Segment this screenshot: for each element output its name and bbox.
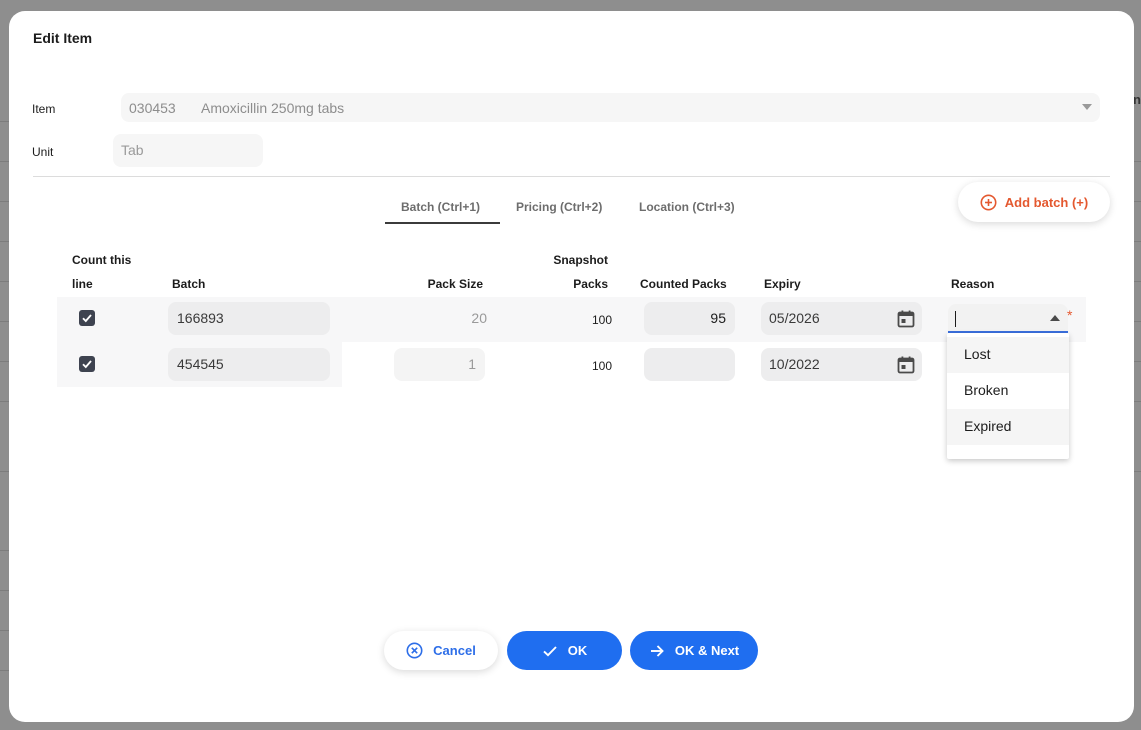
item-select[interactable]: 030453 Amoxicillin 250mg tabs bbox=[121, 93, 1100, 122]
item-label: Item bbox=[32, 102, 56, 116]
dropdown-arrow-icon bbox=[1082, 104, 1092, 110]
expiry-field[interactable]: 05/2026 bbox=[761, 302, 922, 335]
item-code: 030453 bbox=[129, 100, 176, 116]
counted-packs-value: 95 bbox=[710, 310, 726, 326]
ok-label: OK bbox=[567, 643, 588, 658]
arrow-right-icon bbox=[650, 644, 664, 657]
background-column-header: n bbox=[1133, 92, 1141, 107]
check-icon bbox=[82, 314, 92, 323]
snapshot-packs-value: 100 bbox=[591, 313, 612, 327]
pack-size-field[interactable]: 1 bbox=[394, 348, 485, 381]
batch-value: 166893 bbox=[177, 310, 224, 326]
snapshot-packs-value: 100 bbox=[591, 359, 612, 373]
reason-option-broken[interactable]: Broken bbox=[947, 373, 1069, 409]
option-label: Broken bbox=[964, 382, 1009, 398]
tab-pricing[interactable]: Pricing (Ctrl+2) bbox=[516, 200, 602, 214]
add-batch-button[interactable]: Add batch (+) bbox=[958, 182, 1110, 222]
calendar-icon bbox=[897, 310, 915, 328]
active-tab-indicator bbox=[385, 222, 500, 224]
text-caret bbox=[955, 311, 956, 327]
cancel-button[interactable]: Cancel bbox=[384, 631, 498, 670]
check-icon bbox=[82, 360, 92, 369]
ok-next-button[interactable]: OK & Next bbox=[630, 631, 758, 670]
modal-title: Edit Item bbox=[33, 30, 93, 46]
pack-size-value: 20 bbox=[471, 310, 487, 326]
divider bbox=[33, 176, 1110, 177]
cancel-circle-icon bbox=[406, 642, 423, 659]
pack-size-value: 1 bbox=[468, 356, 476, 372]
check-icon bbox=[543, 645, 557, 657]
reason-select[interactable] bbox=[948, 304, 1068, 333]
reason-dropdown-menu: Lost Broken Expired bbox=[947, 333, 1069, 459]
batch-field[interactable]: 166893 bbox=[168, 302, 330, 335]
unit-placeholder: Tab bbox=[121, 142, 144, 158]
tab-location[interactable]: Location (Ctrl+3) bbox=[639, 200, 735, 214]
reason-option-expired[interactable]: Expired bbox=[947, 409, 1069, 445]
header-pack-size: Pack Size bbox=[427, 277, 483, 291]
calendar-icon bbox=[897, 356, 915, 374]
ok-button[interactable]: OK bbox=[507, 631, 622, 670]
edit-item-modal: Edit Item Item 030453 Amoxicillin 250mg … bbox=[9, 11, 1134, 722]
reason-option-lost[interactable]: Lost bbox=[947, 337, 1069, 373]
header-reason: Reason bbox=[951, 277, 995, 291]
header-count-line: line bbox=[72, 277, 93, 291]
unit-field[interactable]: Tab bbox=[113, 134, 263, 167]
header-counted-packs: Counted Packs bbox=[640, 277, 727, 291]
header-expiry: Expiry bbox=[764, 277, 801, 291]
unit-label: Unit bbox=[32, 145, 54, 159]
required-indicator: * bbox=[1067, 307, 1073, 323]
add-batch-label: Add batch (+) bbox=[1004, 194, 1089, 210]
header-snapshot: Snapshot bbox=[553, 253, 608, 267]
tab-batch[interactable]: Batch (Ctrl+1) bbox=[401, 200, 480, 214]
expiry-field[interactable]: 10/2022 bbox=[761, 348, 922, 381]
item-name: Amoxicillin 250mg tabs bbox=[201, 100, 345, 116]
header-count-this: Count this bbox=[72, 253, 132, 267]
batch-value: 454545 bbox=[177, 356, 224, 372]
option-label: Lost bbox=[964, 346, 991, 362]
counted-packs-field[interactable]: 95 bbox=[644, 302, 735, 335]
expiry-value: 05/2026 bbox=[769, 310, 820, 326]
batch-field[interactable]: 454545 bbox=[168, 348, 330, 381]
count-line-checkbox[interactable] bbox=[79, 356, 95, 372]
ok-next-label: OK & Next bbox=[674, 643, 740, 658]
option-label: Expired bbox=[964, 418, 1012, 434]
header-batch: Batch bbox=[172, 277, 206, 291]
header-snapshot-packs: Packs bbox=[573, 277, 608, 291]
counted-packs-field[interactable] bbox=[644, 348, 735, 381]
count-line-checkbox[interactable] bbox=[79, 310, 95, 326]
dropdown-arrow-icon bbox=[1050, 315, 1060, 321]
plus-circle-icon bbox=[980, 194, 997, 210]
cancel-label: Cancel bbox=[433, 643, 476, 658]
expiry-value: 10/2022 bbox=[769, 356, 820, 372]
